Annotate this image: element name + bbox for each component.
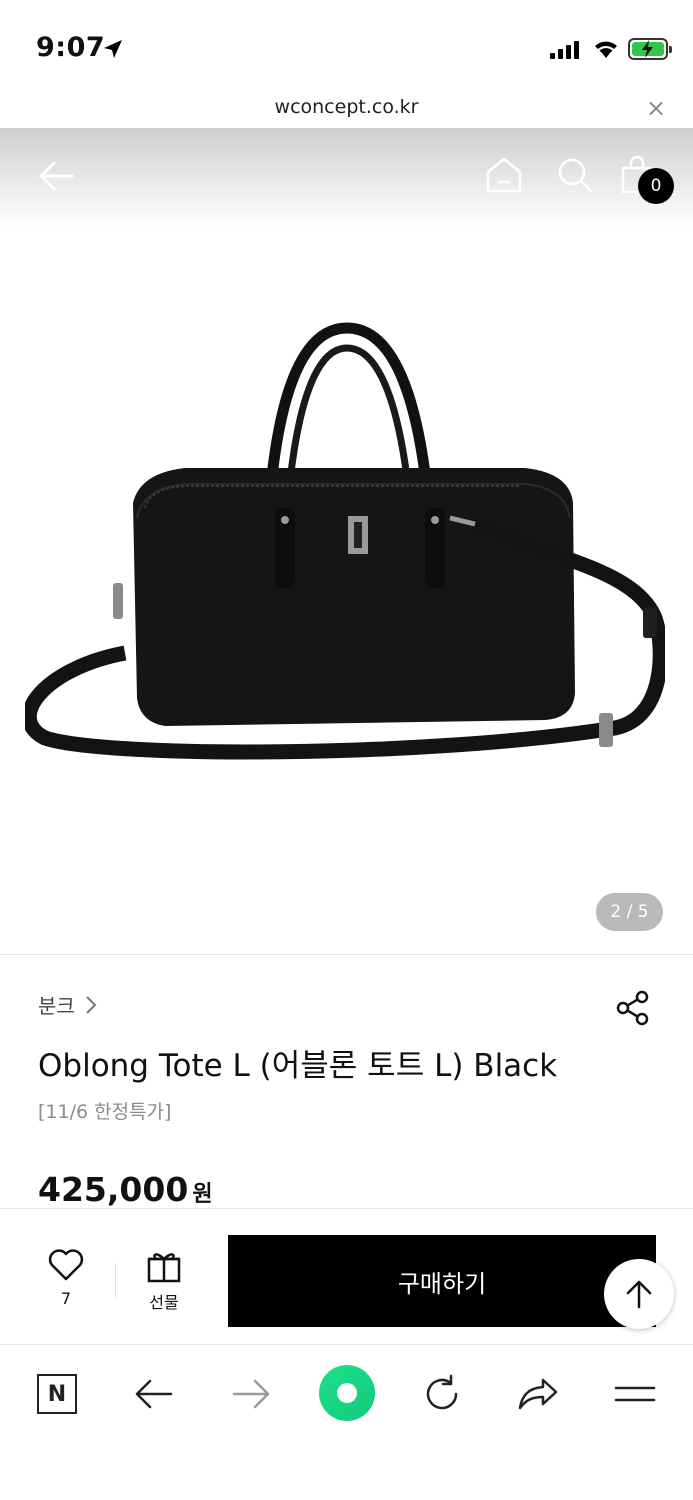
purchase-bar: 7 선물 구매하기 — [0, 1208, 693, 1344]
price-value: 425,000 — [38, 1170, 189, 1209]
search-icon[interactable] — [556, 156, 594, 194]
gift-icon[interactable] — [146, 1249, 182, 1283]
cart-count-badge[interactable]: 0 — [638, 168, 674, 204]
like-count: 7 — [60, 1289, 72, 1308]
product-promo-label: [11/6 한정특가] — [38, 1101, 172, 1123]
location-arrow-icon — [104, 40, 122, 58]
close-icon[interactable]: × — [646, 94, 666, 122]
scroll-to-top-button[interactable] — [604, 1259, 674, 1329]
home-icon[interactable] — [485, 156, 523, 194]
forward-button[interactable] — [228, 1371, 274, 1417]
status-time: 9:07 — [36, 32, 106, 63]
share-arrow-icon[interactable] — [517, 1376, 559, 1412]
back-arrow-icon[interactable] — [38, 158, 74, 194]
gallery-page-indicator: 2 / 5 — [596, 893, 663, 931]
reload-button[interactable] — [419, 1371, 465, 1417]
brand-name[interactable]: 분크 — [38, 990, 75, 1019]
brand-link[interactable]: 분크 — [38, 990, 97, 1019]
naver-n-button[interactable]: N — [34, 1371, 80, 1417]
product-photo-bag — [25, 322, 665, 760]
charging-bolt-icon — [642, 40, 653, 58]
back-button[interactable] — [131, 1371, 177, 1417]
price-row: 425,000 원 — [38, 1170, 213, 1209]
chevron-right-icon — [86, 995, 97, 1014]
reload-icon[interactable] — [422, 1374, 462, 1414]
share-page-button[interactable] — [515, 1371, 561, 1417]
naver-n-icon[interactable]: N — [37, 1374, 77, 1414]
gift-label: 선물 — [149, 1293, 179, 1312]
url-bar[interactable]: wconcept.co.kr × — [0, 92, 693, 128]
buy-button[interactable]: 구매하기 — [228, 1235, 656, 1327]
divider — [115, 1263, 116, 1299]
browser-toolbar: N — [0, 1344, 693, 1500]
back-icon[interactable] — [134, 1378, 174, 1410]
cellular-signal-icon — [550, 41, 579, 59]
like-button[interactable]: 7 — [30, 1249, 102, 1308]
wifi-icon — [595, 41, 617, 58]
battery-icon — [628, 38, 672, 60]
divider — [0, 954, 693, 955]
gift-button[interactable]: 선물 — [128, 1249, 200, 1313]
menu-icon[interactable] — [614, 1382, 656, 1406]
heart-icon[interactable] — [48, 1249, 84, 1281]
price-currency: 원 — [192, 1182, 213, 1207]
product-image-gallery[interactable]: 0 2 / 5 — [0, 128, 693, 954]
url-domain[interactable]: wconcept.co.kr — [0, 96, 693, 118]
status-bar: 9:07 — [0, 0, 693, 92]
menu-button[interactable] — [612, 1371, 658, 1417]
arrow-up-icon — [626, 1280, 652, 1309]
green-dot-icon[interactable] — [319, 1365, 375, 1421]
product-title: Oblong Tote L (어블론 토트 L) Black — [38, 1048, 558, 1084]
share-icon[interactable] — [615, 990, 651, 1026]
forward-icon[interactable] — [231, 1378, 271, 1410]
